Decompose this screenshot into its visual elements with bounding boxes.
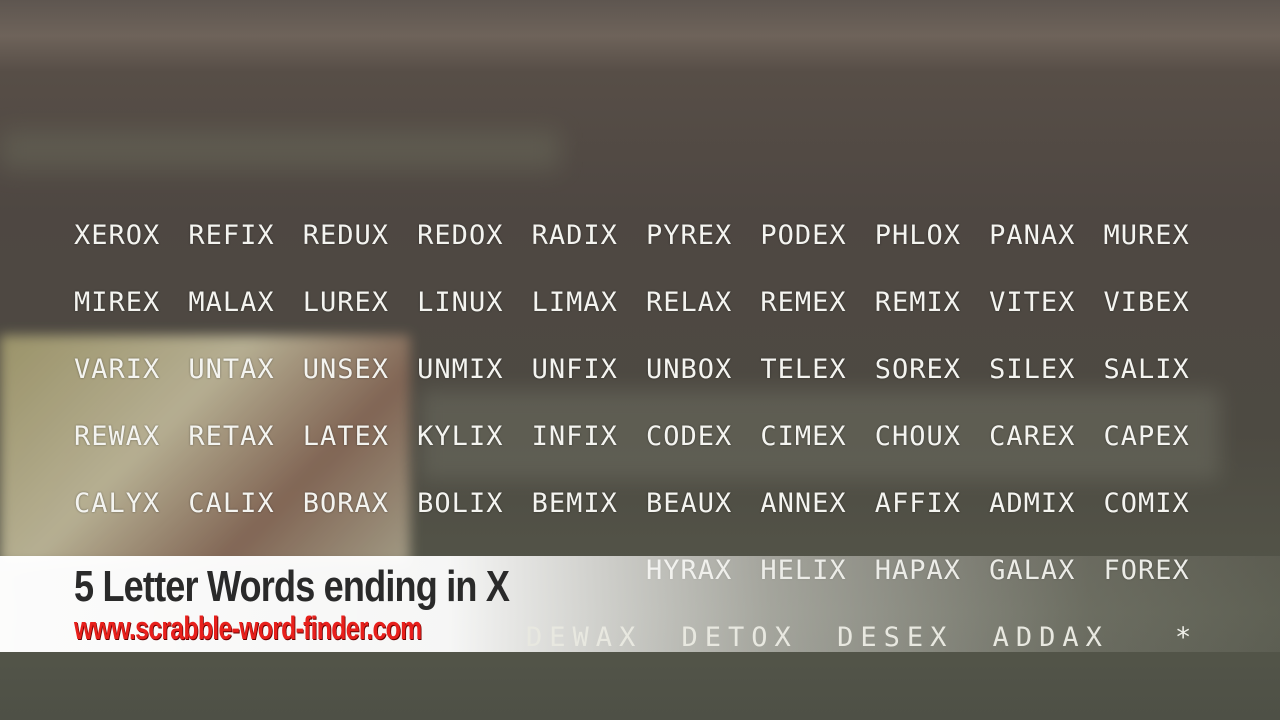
word: LINUX xyxy=(417,287,504,318)
word: CAREX xyxy=(989,421,1076,452)
word: SILEX xyxy=(989,354,1076,385)
word: SOREX xyxy=(874,354,962,385)
word: CALYX xyxy=(74,488,161,519)
word-row-last: DEWAX DETOX DESEX ADDAX xyxy=(526,622,1109,653)
word-row: CALYX CALIX BORAX BOLIX BEMIX BEAUX ANNEX AFFIX… xyxy=(74,488,1218,555)
word: TELEX xyxy=(760,354,847,385)
word: VITEX xyxy=(989,287,1076,318)
word: PYREX xyxy=(645,220,733,251)
word: VIBEX xyxy=(1103,287,1190,318)
word: REWAX xyxy=(74,421,161,452)
word: REMEX xyxy=(760,287,847,318)
word: BEMIX xyxy=(531,488,618,519)
word: KYLIX xyxy=(417,421,504,452)
word-row: REWAX RETAX LATEX KYLIX INFIX CODEX CIMEX CHOUX… xyxy=(74,421,1218,488)
word: CAPEX xyxy=(1103,421,1190,452)
website-url: www.scrabble-word-finder.com xyxy=(74,610,422,646)
word: UNBOX xyxy=(645,354,733,385)
word: REFIX xyxy=(188,220,275,251)
word: REDOX xyxy=(417,220,504,251)
word: PHLOX xyxy=(874,220,962,251)
word: RELAX xyxy=(645,287,733,318)
word: PANAX xyxy=(989,220,1076,251)
blurred-background-heading xyxy=(0,130,560,170)
word: BORAX xyxy=(302,488,390,519)
word: ANNEX xyxy=(760,488,847,519)
word: LIMAX xyxy=(531,287,618,318)
word: CODEX xyxy=(645,421,733,452)
word: LUREX xyxy=(302,287,390,318)
word: CALIX xyxy=(188,488,275,519)
word: CHOUX xyxy=(874,421,962,452)
word: LATEX xyxy=(302,421,390,452)
word: AFFIX xyxy=(874,488,962,519)
word: COMIX xyxy=(1103,488,1190,519)
word: BEAUX xyxy=(645,488,733,519)
word: SALIX xyxy=(1103,354,1190,385)
word: MUREX xyxy=(1103,220,1190,251)
word: VARIX xyxy=(74,354,161,385)
word: UNMIX xyxy=(417,354,504,385)
word: UNTAX xyxy=(188,354,275,385)
word: UNSEX xyxy=(302,354,390,385)
video-title: 5 Letter Words ending in X xyxy=(74,562,510,611)
word-row: VARIX UNTAX UNSEX UNMIX UNFIX UNBOX TELEX SOREX… xyxy=(74,354,1218,421)
word: MALAX xyxy=(188,287,275,318)
word: ADMIX xyxy=(989,488,1076,519)
word: BOLIX xyxy=(417,488,504,519)
word: PODEX xyxy=(760,220,847,251)
word-row: XEROX REFIX REDUX REDOX RADIX PYREX PODEX PHLOX… xyxy=(74,220,1218,287)
word: CIMEX xyxy=(760,421,847,452)
asterisk: * xyxy=(1175,622,1192,653)
word-row: MIREX MALAX LUREX LINUX LIMAX RELAX REMEX REMIX… xyxy=(74,287,1218,354)
word: INFIX xyxy=(531,421,618,452)
word: MIREX xyxy=(74,287,161,318)
word: REMIX xyxy=(874,287,962,318)
word: REDUX xyxy=(302,220,390,251)
word: XEROX xyxy=(74,220,161,251)
word: RADIX xyxy=(531,220,618,251)
word: RETAX xyxy=(188,421,275,452)
word: UNFIX xyxy=(531,354,618,385)
